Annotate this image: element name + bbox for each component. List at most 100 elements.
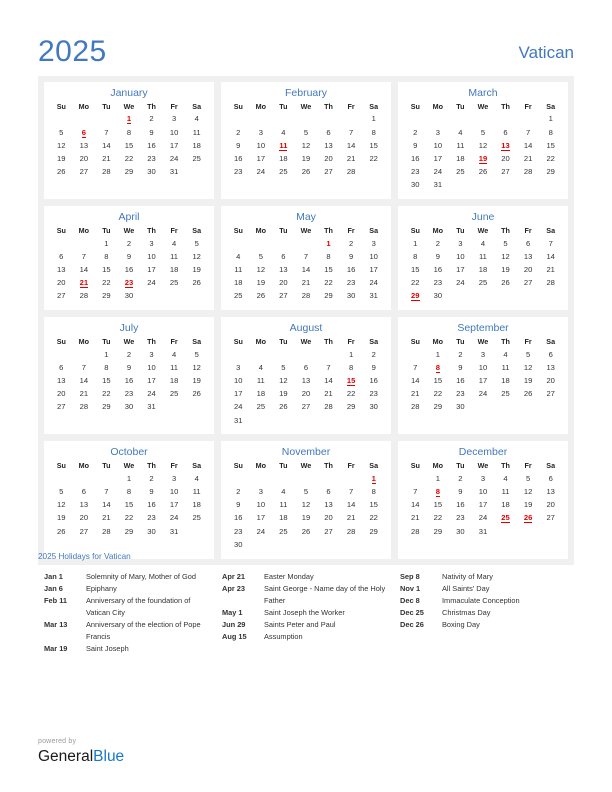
day-number: 8 [548, 127, 553, 137]
holiday-date: Nov 1 [400, 583, 421, 593]
day-cell: 9 [227, 499, 250, 512]
day-number: 26 [301, 167, 311, 177]
day-cell: 20 [517, 264, 540, 277]
day-number: 13 [79, 140, 89, 150]
day-cell: 27 [517, 277, 540, 290]
day-cell: 20 [50, 277, 73, 290]
day-cell: 27 [317, 525, 340, 538]
day-cell: 4 [494, 472, 517, 485]
day-cell: 17 [140, 375, 163, 388]
day-number: 20 [324, 513, 333, 523]
day-cell: 2 [118, 348, 141, 361]
day-number: 27 [546, 389, 555, 399]
day-number: 28 [79, 402, 89, 412]
day-number: 18 [279, 154, 288, 164]
weekday-header: Fr [524, 226, 532, 236]
week-row: 9 10 11 12 13 14 15 [227, 139, 385, 152]
day-number: 28 [301, 291, 311, 301]
brand-name-blue: Blue [93, 748, 125, 766]
day-cell-empty [517, 290, 540, 303]
day-number: 5 [303, 487, 309, 496]
day-number: 18 [169, 265, 179, 275]
day-cell: 8 [118, 126, 141, 139]
day-cell-holiday: 1 [118, 113, 141, 126]
weekday-header-row: Su Mo Tu We Th Fr Sa [227, 337, 385, 348]
day-cell: 19 [517, 375, 540, 388]
day-number: 24 [256, 167, 266, 177]
day-cell: 6 [517, 237, 540, 250]
weekday-header: Th [147, 461, 156, 471]
day-cell: 5 [472, 126, 495, 139]
day-cell-empty [404, 472, 427, 485]
day-number: 31 [478, 526, 488, 536]
week-row: 27 28 29 30 [50, 290, 208, 303]
weekday-header: Su [56, 337, 66, 347]
day-number: 2 [236, 127, 241, 137]
day-number: 26 [57, 526, 66, 536]
day-cell: 13 [50, 375, 73, 388]
day-cell-empty [272, 538, 295, 551]
month-title: August [289, 322, 323, 335]
day-number: 1 [548, 114, 553, 124]
day-cell: 27 [50, 401, 73, 414]
weekday-header: Th [324, 461, 333, 471]
day-number: 13 [57, 265, 66, 275]
day-cell: 31 [427, 179, 450, 192]
day-number: 6 [525, 238, 531, 248]
day-cell-empty [494, 401, 517, 414]
day-cell-empty [317, 348, 340, 361]
week-row: 17 18 19 20 21 22 23 [227, 388, 385, 401]
holiday-description: Easter Monday [264, 571, 314, 581]
day-number: 18 [192, 140, 201, 150]
day-cell: 21 [404, 512, 427, 525]
month-card-november: November Su Mo Tu We Th Fr Sa 1 2 3 4 5 6 7 8 9 10 11 12 13… [221, 441, 391, 559]
day-number: 12 [301, 140, 311, 150]
day-cell: 3 [163, 472, 186, 485]
day-number: 14 [346, 500, 356, 510]
day-cell: 21 [340, 512, 363, 525]
day-number: 20 [301, 389, 311, 399]
day-cell: 13 [73, 499, 96, 512]
day-cell: 17 [227, 388, 250, 401]
week-row: 12 13 14 15 16 17 18 [50, 139, 208, 152]
holiday-entry: Aug 15 Assumption [222, 631, 394, 643]
day-cell: 26 [185, 388, 208, 401]
day-cell: 12 [272, 375, 295, 388]
day-cell: 5 [272, 361, 295, 374]
month-table: Su Mo Tu We Th Fr Sa 1 2 3 4 5 6 7 8 9 10 11 12 13 14 15 16 17… [404, 102, 562, 192]
day-number: 24 [369, 278, 378, 288]
day-cell: 7 [340, 486, 363, 499]
day-cell: 14 [95, 499, 118, 512]
day-number: 13 [546, 487, 555, 496]
day-cell: 18 [163, 264, 186, 277]
weekday-header: Mo [78, 461, 90, 471]
day-number: 25 [192, 154, 201, 164]
day-cell: 16 [140, 139, 163, 152]
generalblue-logo[interactable]: GeneralBlue [38, 748, 124, 765]
day-cell: 29 [362, 525, 385, 538]
day-number: 14 [79, 376, 89, 386]
day-cell: 12 [250, 264, 273, 277]
day-number: 8 [126, 127, 132, 137]
day-cell: 31 [140, 401, 163, 414]
day-number: 30 [456, 402, 465, 412]
day-cell: 21 [539, 264, 562, 277]
week-row: 2 3 4 5 6 7 8 [227, 126, 385, 139]
day-cell: 2 [118, 237, 141, 250]
day-cell: 8 [404, 250, 427, 263]
day-cell: 22 [95, 388, 118, 401]
holidays-legend-column: Apr 21 Easter Monday Apr 23 Saint George - … [222, 571, 400, 655]
day-cell: 28 [404, 401, 427, 414]
day-number: 27 [501, 167, 510, 177]
week-row: 1 [404, 113, 562, 126]
day-number: 18 [256, 389, 266, 399]
weekday-header: Sa [192, 337, 202, 347]
weekday-header: We [477, 226, 489, 236]
day-cell: 2 [362, 348, 385, 361]
day-cell: 16 [227, 512, 250, 525]
day-cell: 31 [163, 166, 186, 179]
day-cell-empty [250, 237, 273, 250]
day-number: 4 [194, 114, 199, 124]
day-cell: 23 [449, 512, 472, 525]
weekday-header: Fr [347, 461, 355, 471]
